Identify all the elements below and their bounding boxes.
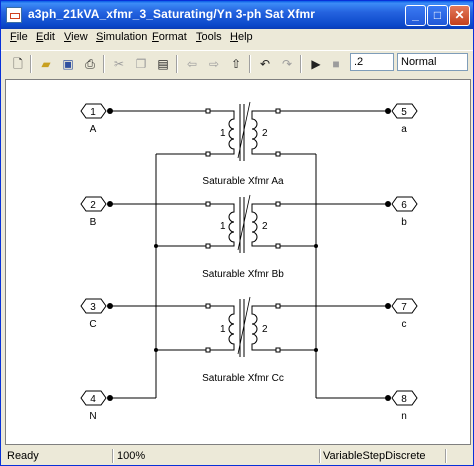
copy-icon[interactable]: ❐: [132, 55, 150, 73]
inport-label: C: [89, 319, 96, 330]
maximize-button[interactable]: □: [427, 5, 448, 26]
outport-number: 8: [401, 394, 407, 405]
winding-1-label: 1: [220, 221, 226, 232]
toolbar-separator: [249, 55, 251, 73]
menu-simulation[interactable]: Simulation: [96, 31, 147, 43]
stop-time-input[interactable]: .2: [350, 53, 394, 71]
toolbar-separator: [300, 55, 302, 73]
redo-icon[interactable]: ↷: [278, 55, 296, 73]
toolbar-separator: [176, 55, 178, 73]
inport-number: 3: [90, 302, 96, 313]
back-arrow-icon[interactable]: ⇦: [183, 55, 201, 73]
inport-number: 4: [90, 394, 96, 405]
inport-label: N: [89, 411, 96, 422]
application-window: a3ph_21kVA_xfmr_3_Saturating/Yn 3-ph Sat…: [0, 0, 474, 466]
go-to-parent-icon[interactable]: ⇧: [227, 55, 245, 73]
outport-label: b: [401, 217, 407, 228]
open-folder-icon[interactable]: ▰: [37, 55, 55, 73]
paste-icon[interactable]: ▤: [154, 55, 172, 73]
save-icon[interactable]: ▣: [59, 55, 77, 73]
close-button[interactable]: ✕: [449, 5, 470, 26]
inport-number: 2: [90, 200, 96, 211]
menu-bar: File Edit View Simulation Format Tools H…: [1, 29, 473, 48]
inport-a[interactable]: 1 A: [80, 103, 107, 135]
inport-label: B: [90, 217, 97, 228]
inport-number: 1: [90, 107, 96, 118]
menu-format[interactable]: Format: [152, 31, 187, 43]
transformer-name: Saturable Xfmr Cc: [202, 373, 284, 384]
minimize-button[interactable]: _: [405, 5, 426, 26]
outport-number: 6: [401, 200, 407, 211]
toolbar-separator: [103, 55, 105, 73]
inport-n[interactable]: 4 N: [80, 390, 107, 422]
forward-arrow-icon[interactable]: ⇨: [205, 55, 223, 73]
model-canvas[interactable]: 1 A 2 B 3 C 4 N 5 a 6 b 7 c 8 n 1 2 Satu…: [5, 79, 471, 445]
winding-2-label: 2: [262, 128, 268, 139]
outport-label: a: [401, 124, 407, 135]
transformer-name: Saturable Xfmr Aa: [202, 176, 284, 187]
outport-label: n: [401, 411, 407, 422]
print-icon[interactable]: ⎙: [81, 55, 99, 73]
outport-label: c: [402, 319, 407, 330]
outport-number: 7: [401, 302, 407, 313]
status-state: Ready: [7, 450, 39, 462]
outport-number: 5: [401, 107, 407, 118]
stop-simulation-icon[interactable]: ■: [327, 55, 345, 73]
saturable-transformer-aa[interactable]: 1 2 Saturable Xfmr Aa: [202, 101, 284, 187]
status-solver: VariableStepDiscrete: [323, 450, 426, 462]
title-bar[interactable]: a3ph_21kVA_xfmr_3_Saturating/Yn 3-ph Sat…: [1, 1, 473, 29]
saturable-transformer-bb[interactable]: 1 2 Saturable Xfmr Bb: [202, 194, 284, 280]
winding-2-label: 2: [262, 221, 268, 232]
winding-1-label: 1: [220, 128, 226, 139]
winding-2-label: 2: [262, 324, 268, 335]
simulation-mode-select[interactable]: Normal: [397, 53, 468, 71]
outport-n[interactable]: 8 n: [391, 390, 418, 422]
cut-icon[interactable]: ✂: [110, 55, 128, 73]
transformer-name: Saturable Xfmr Bb: [202, 269, 284, 280]
outport-c[interactable]: 7 c: [391, 298, 418, 330]
menu-file[interactable]: File: [10, 31, 28, 43]
status-bar: Ready 100% VariableStepDiscrete: [1, 447, 473, 465]
new-model-icon[interactable]: 🗋: [9, 55, 27, 73]
menu-view[interactable]: View: [64, 31, 88, 43]
undo-icon[interactable]: ↶: [256, 55, 274, 73]
outport-b[interactable]: 6 b: [391, 196, 418, 228]
simulink-model-icon: [6, 7, 22, 23]
outport-a[interactable]: 5 a: [391, 103, 418, 135]
start-simulation-icon[interactable]: ▶: [307, 55, 325, 73]
status-zoom: 100%: [117, 450, 146, 462]
inport-c[interactable]: 3 C: [80, 298, 107, 330]
winding-1-label: 1: [220, 324, 226, 335]
menu-tools[interactable]: Tools: [196, 31, 222, 43]
menu-edit[interactable]: Edit: [36, 31, 55, 43]
window-title: a3ph_21kVA_xfmr_3_Saturating/Yn 3-ph Sat…: [28, 7, 316, 21]
toolbar-separator: [30, 55, 32, 73]
inport-b[interactable]: 2 B: [80, 196, 107, 228]
saturable-transformer-cc[interactable]: 1 2 Saturable Xfmr Cc: [202, 296, 284, 384]
menu-help[interactable]: Help: [230, 31, 253, 43]
inport-label: A: [90, 124, 97, 135]
